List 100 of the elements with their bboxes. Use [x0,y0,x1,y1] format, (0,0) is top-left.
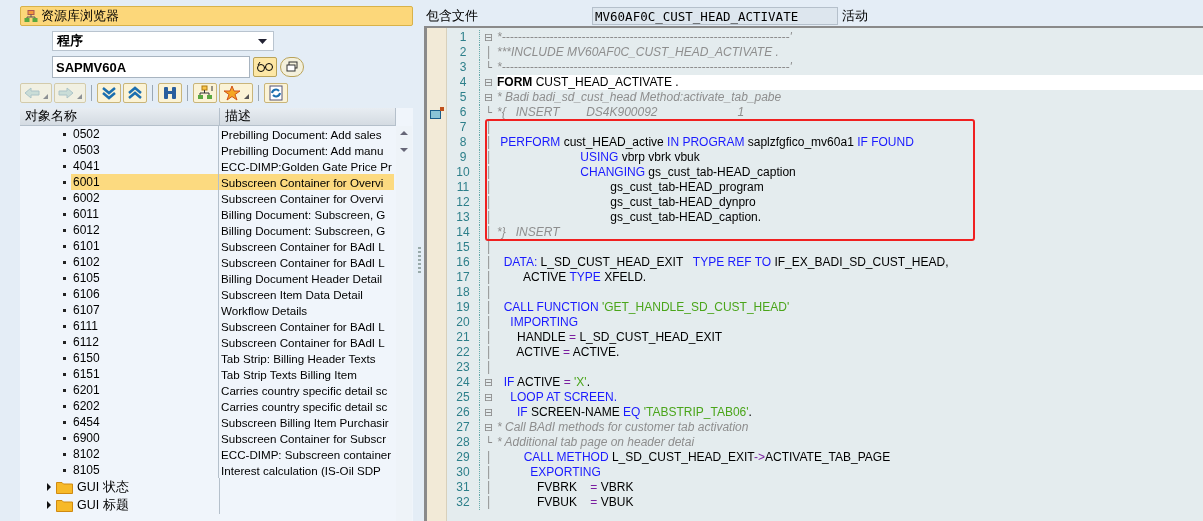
tree-node[interactable]: 8102 [71,446,219,462]
tree-node[interactable]: 6107 [71,302,219,318]
bullet-icon [63,404,66,408]
tree-node[interactable]: 8105 [71,462,219,478]
line-number: 23 [447,360,480,375]
code-line: gs_cust_tab-HEAD_caption. [609,210,763,225]
fold-marker[interactable]: │ [485,150,492,165]
display-button[interactable] [253,57,277,77]
tree-node[interactable]: 6002 [71,190,219,206]
description-cell-text: Billing Document Header Detail [220,270,384,286]
fold-marker[interactable]: ⊟ [483,420,494,435]
expand-all-button[interactable] [97,83,121,103]
collapsed-triangle-icon[interactable] [46,501,52,509]
line-number: 30 [447,465,480,480]
collapse-all-button[interactable] [123,83,147,103]
right-arrow-icon [58,87,74,99]
window-button[interactable] [280,57,304,77]
fold-marker[interactable]: │ [485,195,492,210]
line-number: 22 [447,345,480,360]
code-line: USING vbrp vbrk vbuk [579,150,701,165]
fold-marker[interactable]: │ [485,270,492,285]
tree-node[interactable]: 0502 [71,126,219,142]
tree-node[interactable]: 6201 [71,382,219,398]
fold-marker[interactable]: └ [485,435,492,450]
fold-marker[interactable]: │ [485,210,492,225]
description-cell-text: Tab Strip: Billing Header Texts [220,350,377,366]
tree-node[interactable]: 6105 [71,270,219,286]
tree-node[interactable]: 6151 [71,366,219,382]
fold-marker[interactable]: ⊟ [483,75,494,90]
favorites-button[interactable] [219,83,253,103]
fold-marker[interactable]: │ [485,180,492,195]
fold-marker[interactable]: │ [485,165,492,180]
fold-marker[interactable]: │ [485,255,492,270]
fold-marker[interactable]: │ [485,330,492,345]
fold-marker[interactable]: ⊟ [483,405,494,420]
tree-node[interactable]: 6106 [71,286,219,302]
fold-marker[interactable]: │ [485,285,492,300]
fold-marker[interactable]: │ [485,300,492,315]
collapsed-triangle-icon[interactable] [46,483,52,491]
fold-marker[interactable]: │ [485,465,492,480]
bullet-icon [63,212,66,216]
tree-node[interactable]: 6102 [71,254,219,270]
tree-node[interactable]: 6111 [71,318,219,334]
tree-node[interactable]: 6101 [71,238,219,254]
fold-marker[interactable]: │ [485,495,492,510]
code-line: CHANGING gs_cust_tab-HEAD_caption [579,165,797,180]
fold-marker[interactable]: │ [485,135,492,150]
fold-marker[interactable]: └ [485,105,492,120]
fold-marker[interactable]: │ [485,120,492,135]
fold-marker[interactable]: ⊟ [483,30,494,45]
refresh-button[interactable] [264,83,288,103]
fold-marker[interactable]: ⊟ [483,90,494,105]
tree-node[interactable]: 6202 [71,398,219,414]
splitter-grip-icon[interactable] [418,246,421,275]
tree-node[interactable]: 6150 [71,350,219,366]
hierarchy-button[interactable] [193,83,217,103]
tree-node[interactable]: 4041 [71,158,219,174]
line-number: 2 [447,45,480,60]
bullet-icon [63,388,66,392]
left-arrow-icon [24,87,40,99]
fold-marker[interactable]: │ [485,480,492,495]
tree-node[interactable]: 6011 [71,206,219,222]
object-type-dropdown[interactable]: 程序 [52,31,274,51]
fold-marker[interactable]: │ [485,450,492,465]
fold-marker[interactable]: │ [485,345,492,360]
description-cell-text: Billing Document: Subscreen, G [220,206,387,222]
include-name-field[interactable]: MV60AF0C_CUST_HEAD_ACTIVATE [592,7,838,25]
code-line: *------------------------------------------------------------------------' [497,60,793,75]
code-line: ACTIVE = ACTIVE. [515,345,621,360]
line-number: 21 [447,330,480,345]
line-number: 32 [447,495,480,510]
folder-icon [56,498,73,512]
description-cell-text: Workflow Details [220,302,309,318]
tree-folder[interactable]: GUI 状态 [77,478,129,496]
tree-folder[interactable]: GUI 标题 [77,496,129,514]
line-number: 17 [447,270,480,285]
code-line: * Call BAdI methods for customer tab activation [497,420,750,435]
fold-marker[interactable]: │ [485,360,492,375]
fold-marker[interactable]: │ [485,45,492,60]
tree-node[interactable]: 6012 [71,222,219,238]
bullet-icon [63,244,66,248]
fold-marker[interactable]: │ [485,240,492,255]
line-number: 26 [447,405,480,420]
column-header[interactable]: 对象名称 [20,108,220,125]
object-name-field[interactable]: SAPMV60A [52,56,250,78]
tree-node[interactable]: 0503 [71,142,219,158]
folder-icon [56,480,73,494]
fold-marker[interactable]: ⊟ [483,375,494,390]
fold-marker[interactable]: └ [485,60,492,75]
tree-node[interactable]: 6900 [71,430,219,446]
find-button[interactable] [158,83,182,103]
tree-node[interactable]: 6112 [71,334,219,350]
fold-marker[interactable]: ⊟ [483,390,494,405]
fold-marker[interactable]: │ [485,225,492,240]
tree-node[interactable]: 6454 [71,414,219,430]
tree-node[interactable]: 6001 [71,174,219,190]
description-cell-text: Prebilling Document: Add sales [220,126,383,142]
column-header[interactable]: 描述 [220,108,396,125]
fold-marker[interactable]: │ [485,315,492,330]
line-number: 29 [447,450,480,465]
